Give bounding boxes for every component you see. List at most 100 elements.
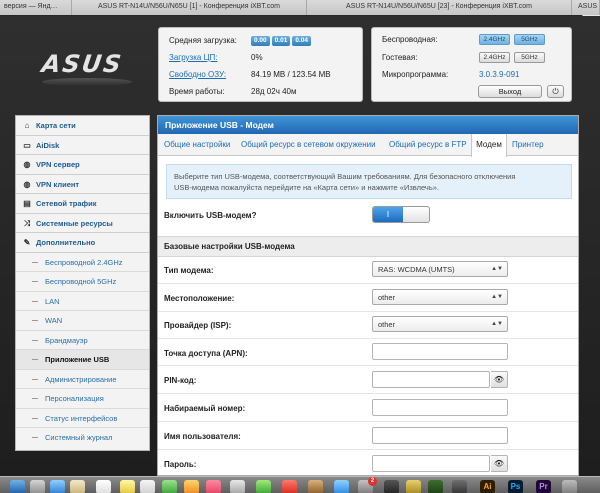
username-label: Имя пользователя: [164, 432, 241, 441]
cpu-usage-link[interactable]: Загрузка ЦП: [169, 53, 217, 62]
app-store-icon[interactable] [334, 480, 349, 493]
browser-tab[interactable]: ASUS [572, 0, 600, 15]
sidebar-item-network-map[interactable]: ⌂ Карта сети [16, 116, 149, 136]
sidebar-item-advanced[interactable]: ✎ Дополнительно [16, 233, 149, 253]
facetime-icon[interactable] [256, 480, 271, 493]
location-value: other [378, 293, 396, 302]
reboot-power-icon[interactable]: ⏻ [547, 85, 564, 98]
username-input[interactable] [372, 427, 508, 444]
safari-icon[interactable] [50, 480, 65, 493]
sidebar-subitem-lan[interactable]: LAN [16, 292, 149, 311]
sidebar-subitem-label: Приложение USB [45, 355, 110, 364]
maps-icon[interactable] [162, 480, 177, 493]
sidebar-subitem-usb-app[interactable]: Приложение USB [16, 350, 149, 370]
photoshop-icon[interactable]: Ps [508, 480, 523, 493]
modem-type-value: RAS: WCDMA (UMTS) [378, 265, 455, 274]
guest-label: Гостевая: [382, 53, 418, 62]
wireless-label: Беспроводная: [382, 35, 438, 44]
system-status-panel: Средняя загрузка: 0.00 0.01 0.04 Загрузка … [158, 27, 363, 102]
notice-line: USB-модема пожалуйста перейдите на «Карт… [174, 183, 439, 192]
tab-printer[interactable]: Принтер [512, 134, 544, 156]
sidebar-item-traffic[interactable]: ▤ Сетевой трафик [16, 194, 149, 214]
wireless-2ghz-button[interactable]: 2.4GHz [479, 34, 510, 45]
tree-dash [32, 437, 38, 438]
password-input[interactable] [372, 455, 490, 472]
sidebar-item-aidisk[interactable]: ▭ AiDisk [16, 136, 149, 155]
row-divider [158, 338, 578, 339]
tree-dash [32, 320, 38, 321]
macos-dock: 2 Ai Ps Pr [0, 476, 600, 493]
premiere-icon[interactable]: Pr [536, 480, 551, 493]
sidebar-subitem-system-log[interactable]: Системный журнал [16, 428, 149, 448]
wireless-5ghz-button[interactable]: 5GHz [514, 34, 545, 45]
tree-dash [32, 339, 38, 341]
reminders-icon[interactable] [140, 480, 155, 493]
usb-modem-panel: Приложение USB - Модем Общие настройки О… [157, 115, 579, 476]
finder-icon[interactable] [10, 480, 25, 493]
tree-dash [32, 281, 38, 282]
illustrator-icon[interactable]: Ai [480, 480, 495, 493]
sidebar-item-vpn-client[interactable]: ◍ VPN клиент [16, 175, 149, 194]
archive-icon[interactable] [406, 480, 421, 493]
sidebar-item-label: VPN клиент [36, 179, 80, 189]
browser-tab[interactable]: версия — Янд… [0, 0, 72, 15]
tab-ftp-share[interactable]: Общий ресурс в FTP [389, 134, 467, 156]
location-select[interactable]: other ▲▼ [372, 289, 508, 305]
sidebar-subitem-label: Беспроводной 5GHz [45, 277, 117, 286]
calendar-icon[interactable] [96, 480, 111, 493]
music-icon[interactable] [282, 480, 297, 493]
mail-icon[interactable] [70, 480, 85, 493]
row-divider [158, 393, 578, 394]
row-divider [158, 311, 578, 312]
guest-5ghz-button[interactable]: 5GHz [514, 52, 545, 63]
shuffle-icon: ⤨ [23, 218, 31, 228]
tab-modem[interactable]: Модем [471, 134, 507, 157]
enable-modem-toggle[interactable]: I [372, 206, 430, 223]
sidebar-subitem-interface-status[interactable]: Статус интерфейсов [16, 409, 149, 428]
terminal-icon[interactable] [384, 480, 399, 493]
firmware-version-link[interactable]: 3.0.3.9-091 [479, 70, 519, 79]
photos-icon[interactable] [184, 480, 199, 493]
itunes-icon[interactable] [206, 480, 221, 493]
trash-icon[interactable] [562, 480, 577, 493]
free-ram-link[interactable]: Свободно ОЗУ: [169, 70, 226, 79]
sidebar-subitem-wan[interactable]: WAN [16, 311, 149, 331]
activity-monitor-icon[interactable] [428, 480, 443, 493]
tab-network-share[interactable]: Общий ресурс в сетевом окружении [241, 134, 376, 156]
notes-icon[interactable] [120, 480, 135, 493]
logout-button[interactable]: Выход [478, 85, 542, 98]
sidebar-item-system-resources[interactable]: ⤨ Системные ресурсы [16, 214, 149, 233]
sidebar-subitem-administration[interactable]: Администрирование [16, 370, 149, 389]
sidebar-subitem-firewall[interactable]: Брандмауэр [16, 331, 149, 350]
sidebar-subitem-wireless-24[interactable]: Беспроводной 2.4GHz [16, 253, 149, 272]
info-notice: Выберите тип USB-модема, соответствующий… [166, 164, 572, 199]
sidebar-subitem-wireless-5[interactable]: Беспроводной 5GHz [16, 272, 149, 292]
pin-input[interactable] [372, 371, 490, 388]
browser-tab[interactable]: ASUS RT-N14U/N56U/N65U [23] - Конференци… [307, 0, 572, 15]
password-label: Пароль: [164, 460, 197, 469]
contacts-icon[interactable] [230, 480, 245, 493]
tree-dash [32, 300, 38, 302]
load-chip: 0.04 [292, 36, 311, 46]
tab-general[interactable]: Общие настройки [164, 134, 230, 156]
ibooks-icon[interactable] [308, 480, 323, 493]
sidebar-subitem-personalization[interactable]: Персонализация [16, 389, 149, 409]
guest-2ghz-button[interactable]: 2.4GHz [479, 52, 510, 63]
wireless-band-buttons: 2.4GHz 5GHz [479, 34, 549, 45]
photoshop-tool-icon[interactable] [452, 480, 467, 493]
home-icon: ⌂ [24, 121, 30, 130]
row-divider [158, 365, 578, 366]
browser-tab[interactable]: ASUS RT-N14U/N56U/N65U [1] - Конференция… [72, 0, 307, 15]
modem-type-select[interactable]: RAS: WCDMA (UMTS) ▲▼ [372, 261, 508, 277]
show-pin-eye-icon[interactable]: 👁 [491, 371, 508, 388]
sidebar-subitem-label: Администрирование [45, 374, 117, 384]
launchpad-icon[interactable] [30, 480, 45, 493]
isp-label: Провайдер (ISP): [164, 321, 232, 330]
notification-badge: 2 [368, 477, 377, 486]
isp-select[interactable]: other ▲▼ [372, 316, 508, 332]
show-password-eye-icon[interactable]: 👁 [491, 455, 508, 472]
sidebar-item-vpn-server[interactable]: ◍ VPN сервер [16, 155, 149, 175]
apn-input[interactable] [372, 343, 508, 360]
select-arrows-icon: ▲▼ [491, 294, 503, 300]
dial-number-input[interactable] [372, 399, 508, 416]
